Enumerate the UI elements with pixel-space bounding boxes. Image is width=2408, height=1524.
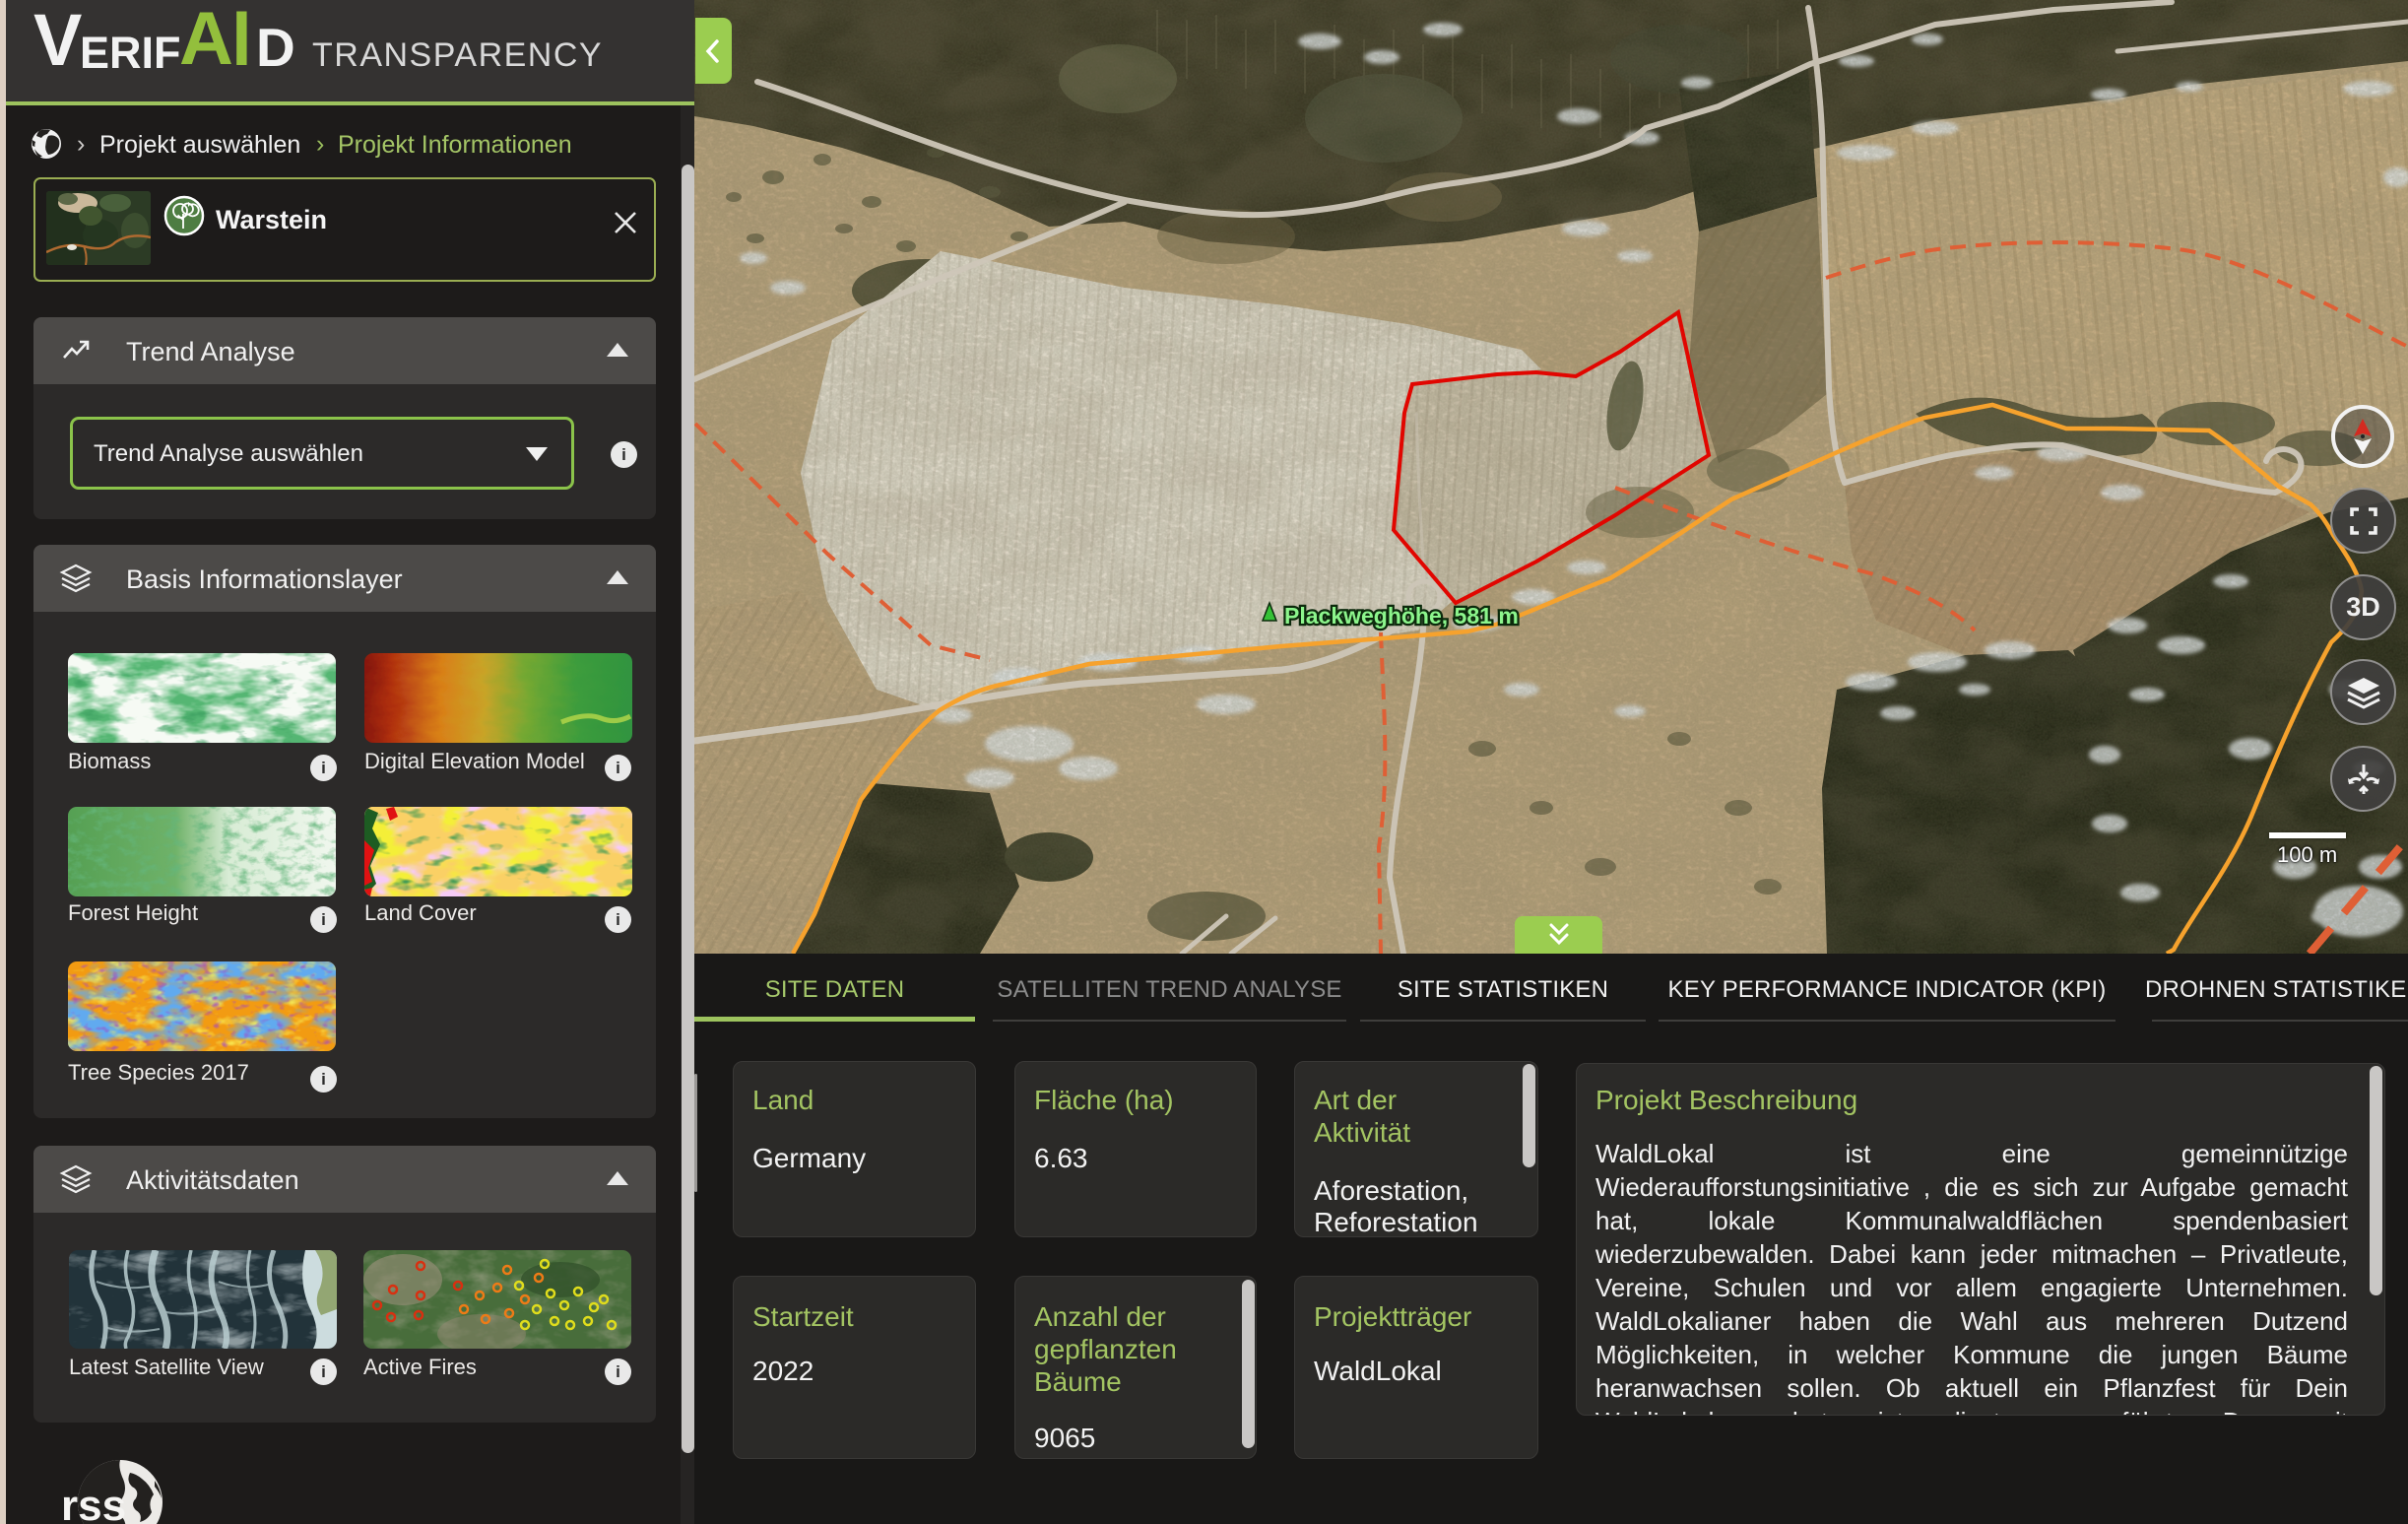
svg-text:Plackweghöhe, 581 m: Plackweghöhe, 581 m [1284, 603, 1519, 629]
svg-text:rss: rss [61, 1482, 126, 1524]
